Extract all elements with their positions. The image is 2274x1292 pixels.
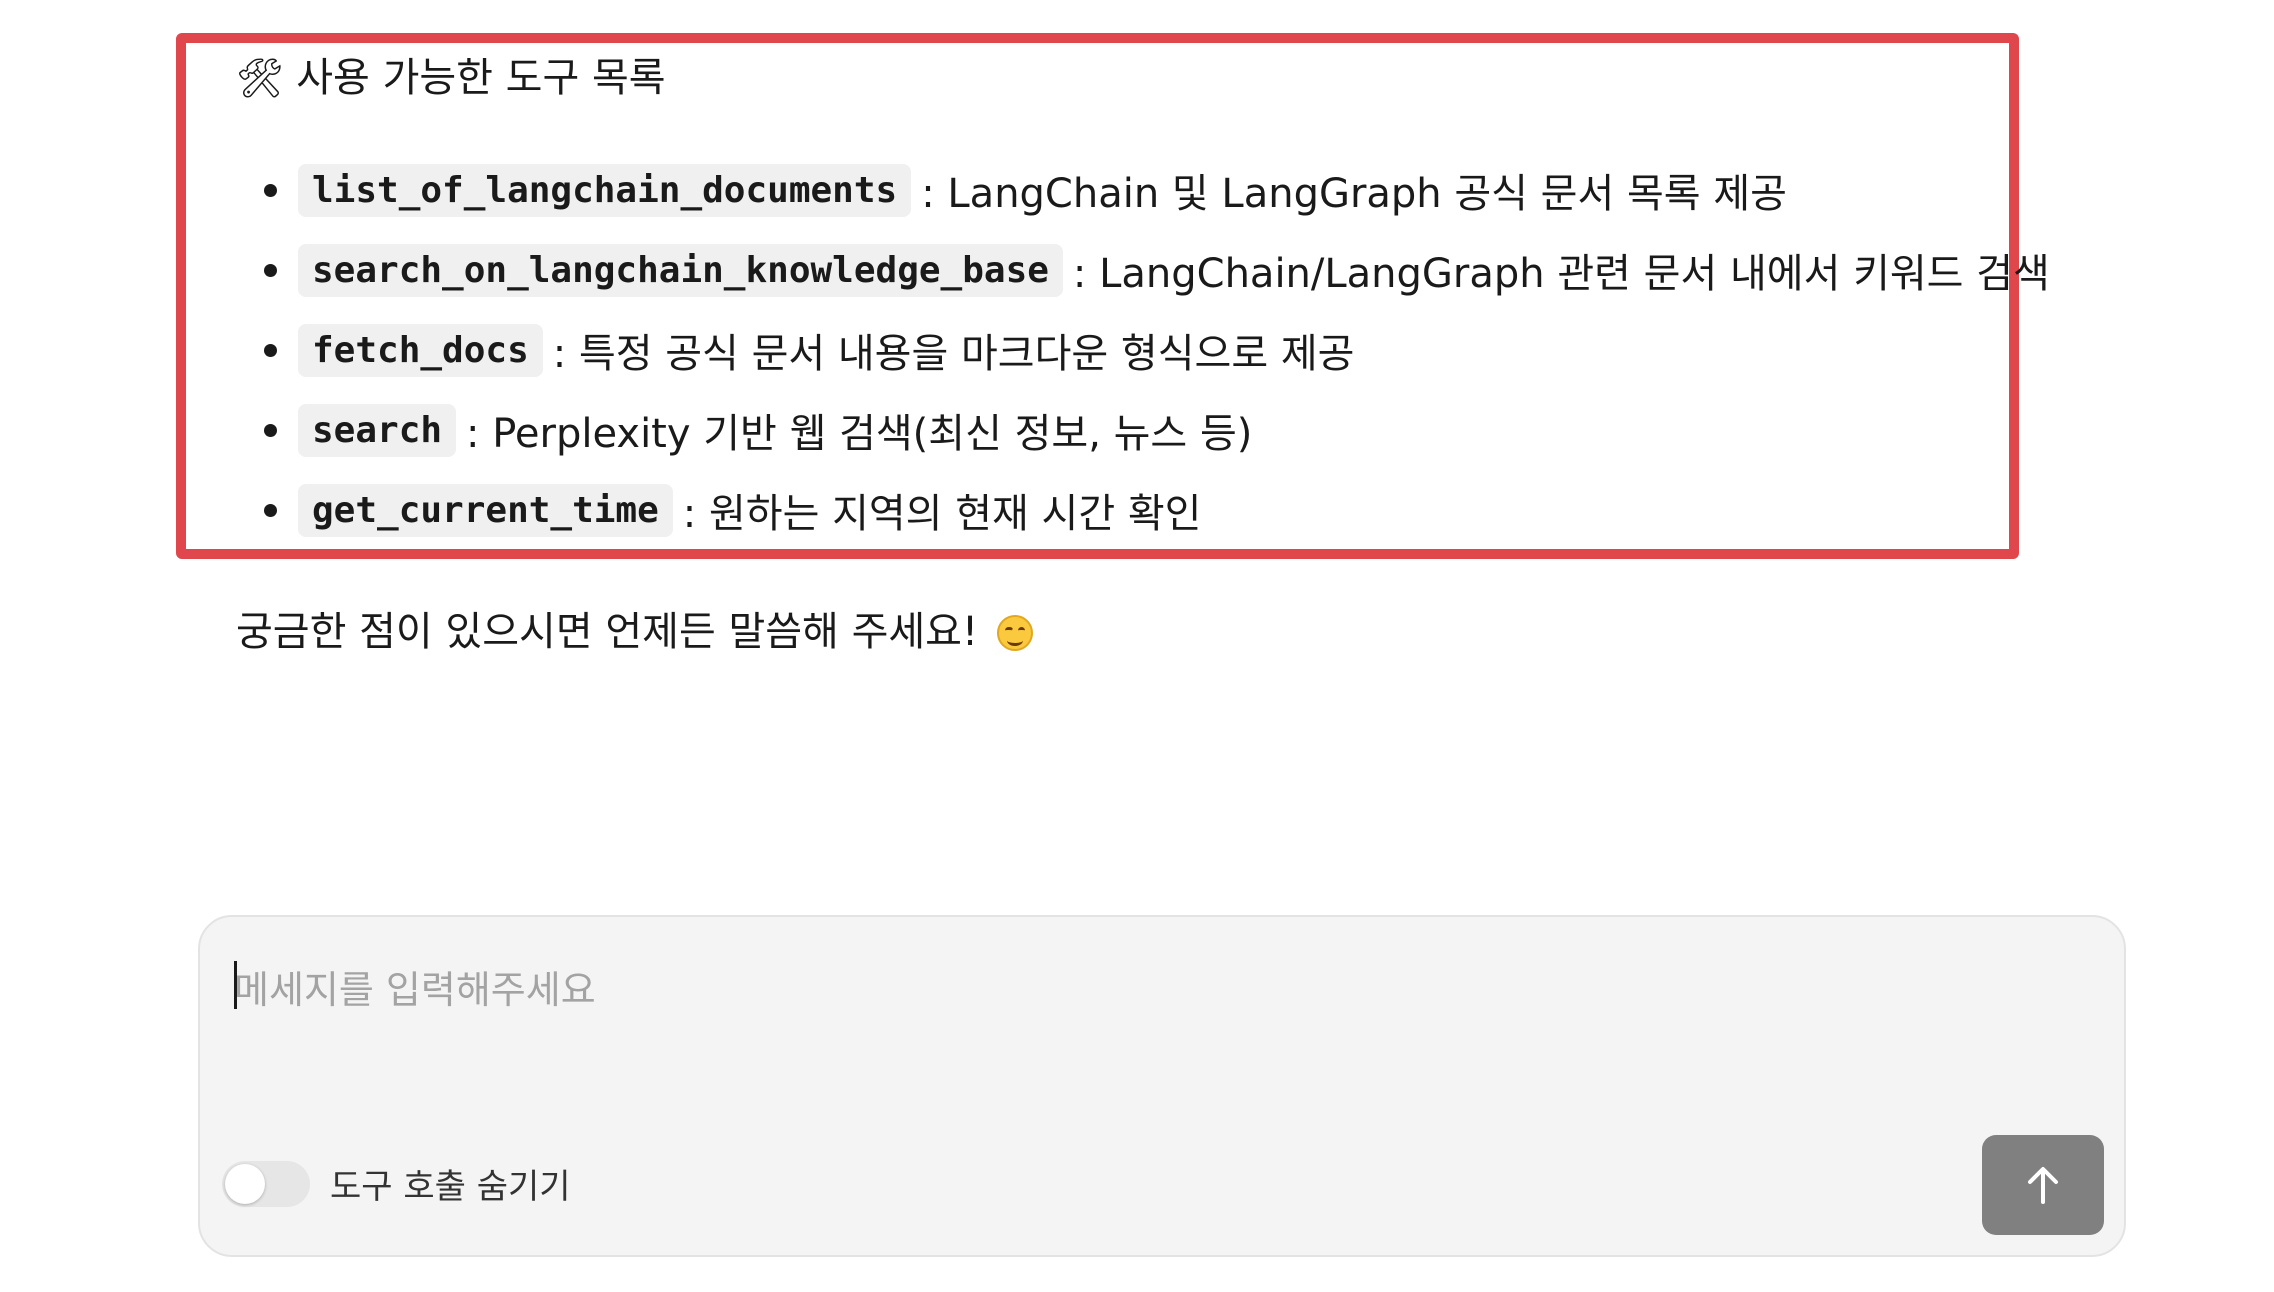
tool-name: get_current_time	[298, 483, 673, 537]
toggle-knob	[225, 1163, 265, 1204]
bullet-icon	[264, 344, 277, 357]
bullet-icon	[264, 504, 277, 517]
list-item: get_current_time : 원하는 지역의 현재 시간 확인	[236, 470, 2050, 550]
hide-tool-calls-toggle[interactable]	[222, 1160, 310, 1207]
message-input[interactable]	[234, 959, 1934, 1079]
message-composer: 도구 호출 숨기기	[198, 915, 2126, 1257]
chat-page: 🛠 사용 가능한 도구 목록 list_of_langchain_documen…	[0, 0, 2274, 1292]
smiling-face-icon	[996, 615, 1033, 651]
tool-name: search	[298, 403, 457, 457]
list-item: search_on_langchain_knowledge_base : Lan…	[236, 230, 2050, 310]
tool-description: : Perplexity 기반 웹 검색(최신 정보, 뉴스 등)	[466, 411, 1253, 457]
hide-tool-calls-toggle-row: 도구 호출 숨기기	[222, 1159, 571, 1208]
tool-description: : LangChain 및 LangGraph 공식 문서 목록 제공	[921, 171, 1787, 217]
list-item: search : Perplexity 기반 웹 검색(최신 정보, 뉴스 등)	[236, 390, 2050, 470]
list-item: fetch_docs : 특정 공식 문서 내용을 마크다운 형식으로 제공	[236, 310, 2050, 390]
tool-description: : LangChain/LangGraph 관련 문서 내에서 키워드 검색	[1072, 251, 2050, 297]
bullet-icon	[264, 424, 277, 437]
list-item: list_of_langchain_documents : LangChain …	[236, 150, 2050, 230]
closing-message: 궁금한 점이 있으시면 언제든 말씀해 주세요!	[236, 604, 1033, 660]
toggle-label: 도구 호출 숨기기	[330, 1167, 571, 1207]
tool-name: fetch_docs	[298, 323, 543, 377]
arrow-up-icon	[2028, 1167, 2058, 1204]
tool-description: : 원하는 지역의 현재 시간 확인	[682, 491, 1202, 537]
bullet-icon	[264, 264, 277, 277]
tool-list: list_of_langchain_documents : LangChain …	[236, 150, 2050, 550]
bullet-icon	[264, 184, 277, 197]
tool-name: search_on_langchain_knowledge_base	[298, 243, 1063, 297]
tools-heading: 🛠 사용 가능한 도구 목록	[236, 50, 666, 106]
tools-heading-text: 사용 가능한 도구 목록	[296, 55, 666, 101]
send-button[interactable]	[1982, 1135, 2104, 1235]
closing-text: 궁금한 점이 있으시면 언제든 말씀해 주세요!	[236, 609, 979, 655]
tool-description: : 특정 공식 문서 내용을 마크다운 형식으로 제공	[552, 331, 1355, 377]
tool-name: list_of_langchain_documents	[298, 163, 912, 217]
tools-icon: 🛠	[236, 56, 285, 100]
